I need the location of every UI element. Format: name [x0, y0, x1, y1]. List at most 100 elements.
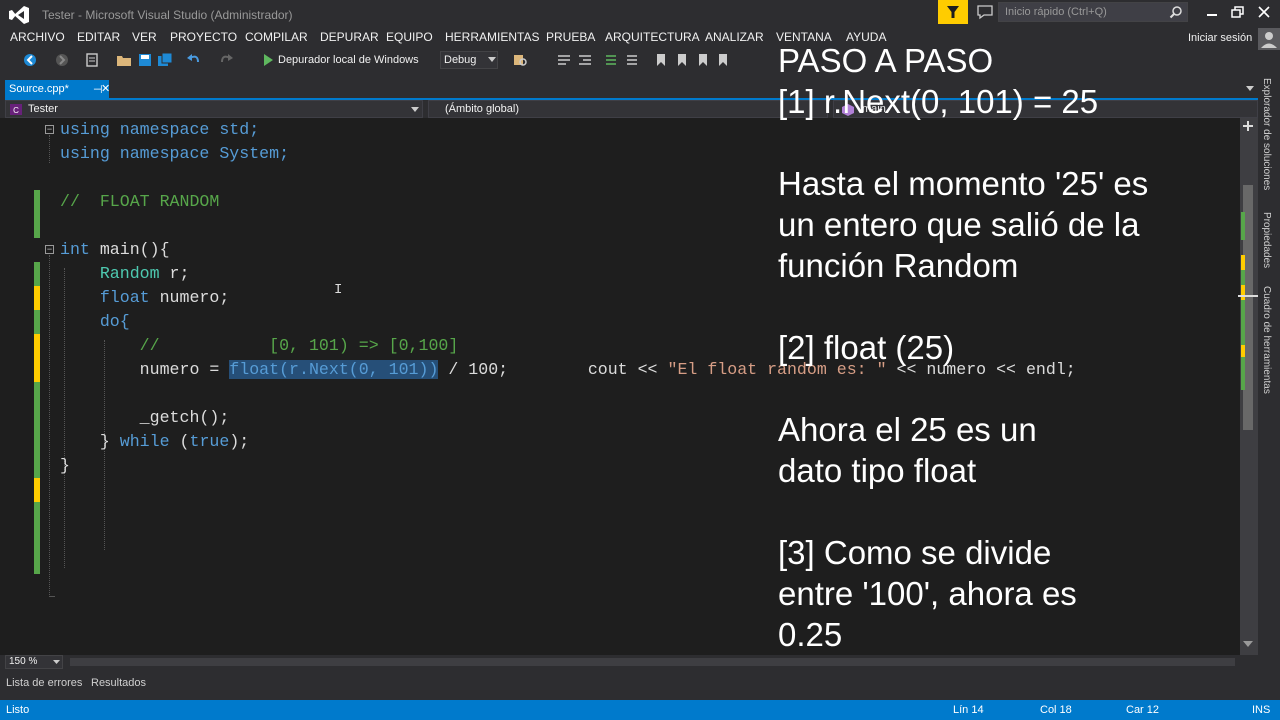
tab-source-cpp[interactable]: Source.cpp* ⊣ ✕ — [5, 80, 110, 98]
code-token: _getch(); — [139, 408, 230, 427]
save-all-icon[interactable] — [157, 52, 173, 68]
menu-archivo[interactable]: ARCHIVO — [10, 30, 65, 44]
annotation-text: función Random — [778, 247, 1019, 284]
navigate-forward-icon[interactable] — [54, 52, 70, 68]
code-token: do{ — [99, 312, 130, 331]
code-comment: // [0, 101) => [0,100] — [139, 336, 459, 355]
outline-guide — [49, 135, 50, 163]
change-marker-unsaved — [34, 334, 40, 382]
code-token: int — [60, 240, 90, 259]
quick-launch-input[interactable]: Inicio rápido (Ctrl+Q) — [998, 2, 1188, 22]
menu-compilar[interactable]: COMPILAR — [245, 30, 308, 44]
filter-icon — [947, 6, 959, 18]
close-tab-icon[interactable]: ✕ — [101, 82, 110, 95]
status-line: Lín 14 — [953, 704, 984, 716]
menu-prueba[interactable]: PRUEBA — [546, 30, 595, 44]
feedback-icon[interactable] — [976, 4, 994, 20]
annotation-text: Ahora el 25 es un — [778, 411, 1037, 448]
tutorial-annotation: PASO A PASO [1] r.Next(0, 101) = 25 Hast… — [778, 40, 1248, 655]
start-debugging-button[interactable]: Depurador local de Windows — [278, 54, 419, 66]
uncomment-lines-icon[interactable] — [625, 52, 641, 68]
find-in-files-icon[interactable] — [512, 52, 528, 68]
annotation-spacer — [778, 286, 1248, 327]
solution-configuration-select[interactable]: Debug — [440, 51, 498, 69]
scope-label: (Ámbito global) — [445, 103, 519, 115]
change-marker-saved — [34, 382, 40, 478]
start-debugging-icon[interactable] — [260, 52, 276, 68]
scrollbar-change-mark — [1241, 357, 1245, 390]
horizontal-scrollbar[interactable] — [70, 658, 1235, 666]
annotation-step-1: [1] r.Next(0, 101) = 25 — [778, 83, 1099, 120]
code-token: cout << — [587, 360, 668, 379]
scrollbar-caret-mark — [1238, 295, 1258, 297]
tab-toolbox[interactable]: Cuadro de herramientas — [1261, 286, 1272, 394]
collapse-region-icon[interactable]: − — [45, 125, 54, 134]
menu-depurar[interactable]: DEPURAR — [320, 30, 379, 44]
menu-analizar[interactable]: ANALIZAR — [705, 30, 764, 44]
tab-solution-explorer[interactable]: Explorador de soluciones — [1261, 78, 1272, 190]
tab-error-list[interactable]: Lista de errores — [6, 677, 82, 689]
project-dropdown[interactable]: C Tester — [5, 100, 423, 118]
next-bookmark-icon[interactable] — [696, 52, 712, 68]
code-line: } — [60, 456, 70, 475]
code-token: using namespace System; — [60, 144, 290, 163]
toggle-breakpoint-icon[interactable] — [556, 52, 572, 68]
change-marker-unsaved — [34, 286, 40, 310]
collapse-region-icon[interactable]: − — [45, 245, 54, 254]
bookmark-icon[interactable] — [653, 52, 669, 68]
text-cursor-icon: I — [334, 282, 343, 298]
status-insert-mode: INS — [1252, 704, 1271, 716]
code-token: } — [99, 432, 120, 451]
scope-dropdown[interactable]: (Ámbito global) — [428, 100, 828, 118]
restore-icon[interactable] — [1226, 4, 1250, 20]
menu-editar[interactable]: EDITAR — [77, 30, 120, 44]
menu-arquitectura[interactable]: ARQUITECTURA — [605, 30, 700, 44]
status-bar — [0, 700, 1280, 720]
code-token: numero = — [139, 360, 230, 379]
annotation-spacer — [778, 368, 1248, 409]
undo-icon[interactable] — [186, 52, 202, 68]
zoom-select[interactable]: 150 % — [5, 655, 63, 669]
menu-proyecto[interactable]: PROYECTO — [170, 30, 237, 44]
split-window-icon[interactable] — [1242, 120, 1254, 132]
scrollbar-change-mark — [1241, 285, 1245, 300]
comment-lines-icon[interactable] — [604, 52, 620, 68]
code-line: do{ — [60, 312, 130, 331]
project-name: Tester — [28, 103, 58, 115]
outline-guide-end — [49, 596, 55, 597]
chevron-down-icon — [411, 107, 419, 112]
tab-output[interactable]: Resultados — [91, 677, 146, 689]
scrollbar-change-mark — [1241, 255, 1245, 270]
bottom-tool-tabs — [0, 672, 1280, 700]
previous-bookmark-icon[interactable] — [675, 52, 691, 68]
annotation-spacer — [778, 122, 1248, 163]
menu-equipo[interactable]: EQUIPO — [386, 30, 433, 44]
notifications-filter-button[interactable] — [938, 0, 968, 24]
code-token: Random — [99, 264, 160, 283]
change-marker-saved — [34, 262, 40, 286]
code-token: ( — [169, 432, 190, 451]
scrollbar-change-mark — [1241, 270, 1245, 285]
code-line: numero = float(r.Next(0, 101)) / 100; — [60, 360, 508, 379]
navigate-back-icon[interactable] — [22, 52, 38, 68]
code-line: Random r; — [60, 264, 190, 283]
code-token: float — [99, 288, 150, 307]
scrollbar-change-mark — [1241, 345, 1245, 357]
annotation-text: dato tipo float — [778, 452, 977, 489]
new-project-icon[interactable] — [84, 52, 100, 68]
outdent-icon[interactable] — [577, 52, 593, 68]
code-token: true — [189, 432, 230, 451]
open-folder-icon[interactable] — [116, 52, 132, 68]
tab-properties[interactable]: Propiedades — [1261, 212, 1272, 268]
menu-ver[interactable]: VER — [132, 30, 157, 44]
save-icon[interactable] — [137, 52, 153, 68]
code-token: } — [60, 456, 70, 475]
close-icon[interactable] — [1252, 4, 1276, 20]
redo-icon[interactable] — [218, 52, 234, 68]
menu-herramientas[interactable]: HERRAMIENTAS — [445, 30, 539, 44]
change-marker-saved — [34, 502, 40, 574]
minimize-icon[interactable] — [1200, 4, 1224, 20]
scroll-down-icon[interactable] — [1243, 640, 1253, 648]
user-avatar-icon[interactable] — [1258, 28, 1280, 50]
clear-bookmarks-icon[interactable] — [716, 52, 732, 68]
